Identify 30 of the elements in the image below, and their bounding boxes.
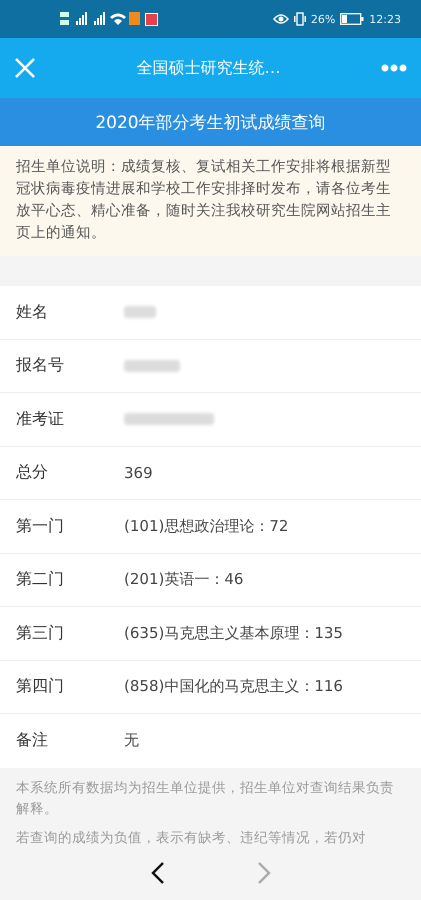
field-value: (858)中国化的马克思主义：116 xyxy=(124,677,343,696)
close-icon[interactable] xyxy=(14,57,36,79)
page-title: 全国硕士研究生统… xyxy=(136,58,280,78)
field-value: 369 xyxy=(124,464,153,482)
field-value: (101)思想政治理论：72 xyxy=(124,516,288,536)
banner-title: 2020年部分考生初试成绩查询 xyxy=(95,112,326,134)
field-value: (201)英语一：46 xyxy=(124,570,244,590)
notice-text: 招生单位说明：成绩复核、复试相关工作安排将根据新型冠状病毒疫情进展和学校工作安排择时发布，请各位考生放平心态、精心准备，随时关注我校研究生院网站招生主页上的通知。 xyxy=(16,158,392,243)
more-icon[interactable] xyxy=(381,64,407,72)
field-label: 总分 xyxy=(16,462,49,484)
field-label: 报名号 xyxy=(16,355,65,376)
back-icon[interactable] xyxy=(150,860,166,884)
battery-percent: 26% xyxy=(310,12,336,26)
field-value: (635)马克思主义基本原理：135 xyxy=(124,624,343,643)
field-label: 姓名 xyxy=(16,302,49,323)
field-label: 第三门 xyxy=(16,622,65,644)
field-value: 无 xyxy=(124,731,139,750)
field-label: 第四门 xyxy=(16,676,65,698)
app-icon xyxy=(145,12,158,26)
eye-icon xyxy=(272,13,289,25)
clock-time: 12:23 xyxy=(369,12,401,26)
vibrate-icon xyxy=(294,12,306,26)
field-label: 第二门 xyxy=(16,569,65,590)
footer-note: 本系统所有数据均为招生单位提供，招生单位对查询结果负责解释。 xyxy=(16,778,395,818)
battery-icon xyxy=(340,13,364,25)
signal-icon xyxy=(60,11,140,27)
footer-note: 若查询的成绩为负值，表示有缺考、违纪等情况，若仍对 xyxy=(16,828,367,845)
field-label: 备注 xyxy=(16,730,49,752)
field-label: 准考证 xyxy=(16,408,65,430)
field-label: 第一门 xyxy=(16,516,65,537)
